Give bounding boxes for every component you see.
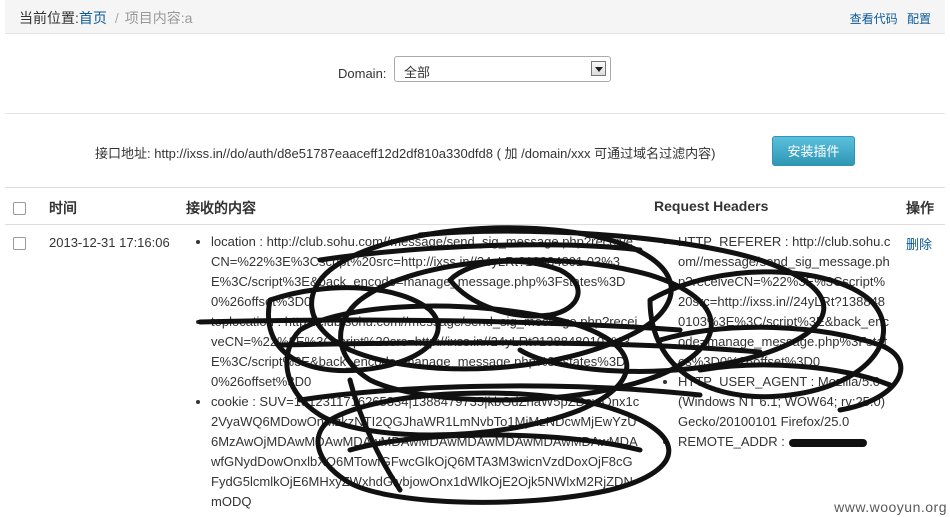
breadcrumb-separator: / xyxy=(114,10,119,26)
breadcrumb-current: 项目内容:a xyxy=(124,10,193,26)
domain-select[interactable]: 全部 xyxy=(394,56,611,82)
list-item: toplocation : http://club.sohu.com//mess… xyxy=(211,312,640,392)
list-item: REMOTE_ADDR : xyxy=(678,432,892,452)
list-item: location : http://club.sohu.com//message… xyxy=(211,232,640,312)
breadcrumb-prefix: 当前位置: xyxy=(19,10,79,26)
column-header-action: 操作 xyxy=(906,200,934,216)
divider xyxy=(5,113,945,114)
list-item: HTTP_USER_AGENT : Mozilla/5.0 (Windows N… xyxy=(678,372,892,432)
row-time: 2013-12-31 17:16:06 xyxy=(49,235,170,250)
column-header-time: 时间 xyxy=(49,200,77,216)
request-headers: HTTP_REFERER : http://club.sohu.com//mes… xyxy=(657,232,892,452)
chevron-down-icon[interactable] xyxy=(591,61,606,76)
list-item: cookie : SUV=1312311716265334|1388479735… xyxy=(211,392,640,512)
select-all-checkbox[interactable] xyxy=(13,202,26,215)
remote-addr-redaction xyxy=(788,438,867,447)
column-header-content: 接收的内容 xyxy=(186,200,256,216)
table-row: 2013-12-31 17:16:06 location : http://cl… xyxy=(5,225,945,517)
list-item: HTTP_REFERER : http://club.sohu.com//mes… xyxy=(678,232,892,372)
column-header-request-headers: Request Headers xyxy=(654,198,769,214)
received-content: location : http://club.sohu.com//message… xyxy=(190,232,640,512)
top-links: 查看代码 配置 xyxy=(844,10,931,27)
config-link[interactable]: 配置 xyxy=(907,12,931,26)
api-row: 接口地址: http://ixss.in//do/auth/d8e51787ea… xyxy=(0,136,950,168)
domain-label: Domain: xyxy=(338,66,387,81)
view-code-link[interactable]: 查看代码 xyxy=(850,12,898,26)
install-plugin-button[interactable]: 安装插件 xyxy=(772,136,855,166)
domain-select-value: 全部 xyxy=(404,65,431,80)
delete-link[interactable]: 删除 xyxy=(906,234,932,253)
remote-addr-label: REMOTE_ADDR : xyxy=(678,434,789,449)
table-header: 时间 接收的内容 Request Headers 操作 xyxy=(5,188,945,225)
row-checkbox[interactable] xyxy=(13,237,26,250)
breadcrumb-home-link[interactable]: 首页 xyxy=(79,10,107,26)
breadcrumb: 当前位置:首页 / 项目内容:a xyxy=(19,8,192,28)
api-address-text: 接口地址: http://ixss.in//do/auth/d8e51787ea… xyxy=(95,146,716,161)
domain-filter: Domain: 全部 xyxy=(0,56,950,86)
watermark: www.wooyun.org xyxy=(834,499,947,515)
top-bar: 当前位置:首页 / 项目内容:a 查看代码 配置 xyxy=(5,0,945,34)
